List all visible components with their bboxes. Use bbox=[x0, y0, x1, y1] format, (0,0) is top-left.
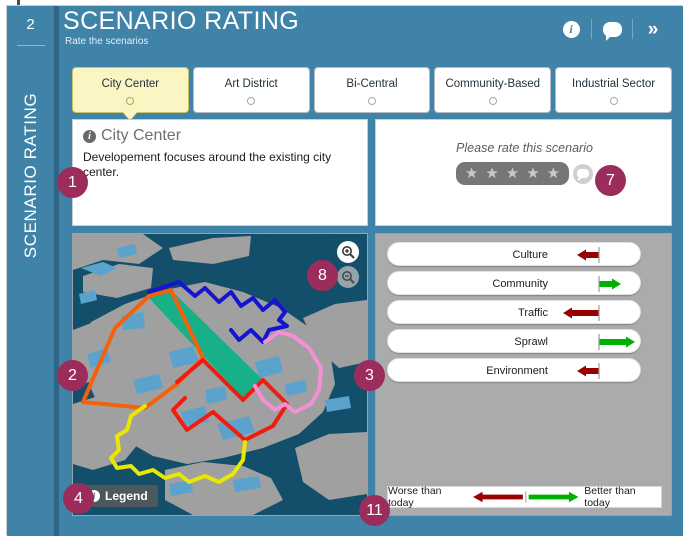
callout-marker-8: 8 bbox=[307, 260, 338, 291]
tab-radio-icon[interactable] bbox=[126, 97, 135, 105]
star-1[interactable]: ★ bbox=[465, 166, 478, 181]
indicator-label: Environment bbox=[486, 365, 548, 377]
rating-prompt: Please rate this scenario bbox=[456, 141, 593, 155]
indicator-label: Community bbox=[492, 278, 548, 290]
star-rating-widget[interactable]: ★ ★ ★ ★ ★ bbox=[455, 162, 570, 185]
indicator-arrow-worse bbox=[558, 243, 642, 267]
info-icon[interactable]: i bbox=[551, 15, 591, 43]
tab-radio-icon[interactable] bbox=[367, 97, 376, 105]
indicator-row[interactable]: Environment bbox=[387, 358, 641, 382]
legend-worse-label: Worse than today bbox=[388, 485, 442, 509]
indicator-row[interactable]: Traffic bbox=[387, 300, 641, 324]
indicator-label: Sprawl bbox=[514, 336, 548, 348]
header-icon-group: i » bbox=[551, 15, 673, 43]
tab-industrial-sector[interactable]: Industrial Sector bbox=[555, 67, 672, 113]
scenario-info-panel: i City Center Developement focuses aroun… bbox=[72, 119, 368, 226]
scenario-description: Developement focuses around the existing… bbox=[83, 150, 332, 179]
legend-scale-icon bbox=[472, 491, 579, 503]
scenario-tabs: City Center Art District Bi-Central Communi… bbox=[72, 67, 672, 120]
rating-panel: Please rate this scenario ★ ★ ★ ★ ★ bbox=[375, 119, 672, 226]
callout-marker-11: 11 bbox=[359, 495, 390, 526]
star-3[interactable]: ★ bbox=[506, 166, 519, 181]
step-number: 2 bbox=[26, 16, 35, 33]
zoom-out-icon[interactable] bbox=[337, 266, 359, 288]
tab-label: City Center bbox=[101, 78, 160, 90]
legend-better-label: Better than today bbox=[584, 485, 636, 509]
star-5[interactable]: ★ bbox=[547, 166, 560, 181]
indicator-legend: Worse than today Better than today bbox=[387, 485, 662, 509]
indicator-arrow-worse bbox=[558, 359, 642, 383]
indicator-arrow-better bbox=[558, 330, 642, 354]
indicator-row[interactable]: Culture bbox=[387, 242, 641, 266]
tab-radio-icon[interactable] bbox=[609, 97, 618, 105]
indicator-row[interactable]: Community bbox=[387, 271, 641, 295]
step-rail: 2 SCENARIO RATING bbox=[7, 6, 54, 536]
info-panel-header: i City Center bbox=[83, 127, 181, 145]
star-2[interactable]: ★ bbox=[485, 166, 498, 181]
indicator-arrow-better bbox=[558, 272, 642, 296]
zoom-in-icon[interactable] bbox=[337, 241, 359, 263]
legend-button-label: Legend bbox=[105, 489, 148, 503]
indicator-label: Culture bbox=[512, 249, 548, 261]
rating-controls: ★ ★ ★ ★ ★ bbox=[376, 162, 673, 185]
indicator-arrow-worse bbox=[558, 301, 642, 325]
chevron-double-right-icon: » bbox=[647, 18, 659, 40]
callout-marker-7: 7 bbox=[595, 165, 626, 196]
application-root: 2 SCENARIO RATING SCENARIO RATING Rate t… bbox=[0, 0, 688, 543]
indicators-panel: Culture Community Traffic Sprawl Environment… bbox=[375, 233, 672, 516]
page-subtitle: Rate the scenarios bbox=[65, 36, 149, 47]
body-area: City Center Art District Bi-Central Communi… bbox=[59, 53, 683, 536]
callout-marker-3: 3 bbox=[354, 360, 385, 391]
tab-label: Community-Based bbox=[445, 78, 541, 90]
scenario-name: City Center bbox=[101, 127, 182, 144]
indicator-row[interactable]: Sprawl bbox=[387, 329, 641, 353]
map-zoom-controls bbox=[337, 241, 359, 288]
comment-icon[interactable] bbox=[592, 15, 632, 43]
tab-label: Industrial Sector bbox=[572, 78, 656, 90]
tab-community-based[interactable]: Community-Based bbox=[434, 67, 552, 113]
indicator-list: Culture Community Traffic Sprawl Environment bbox=[387, 242, 641, 382]
callout-marker-2: 2 bbox=[57, 360, 88, 391]
star-4[interactable]: ★ bbox=[526, 166, 539, 181]
callout-marker-4: 4 bbox=[63, 483, 94, 514]
tab-radio-icon[interactable] bbox=[247, 97, 256, 105]
tab-radio-icon[interactable] bbox=[488, 97, 497, 105]
rating-comment-icon[interactable] bbox=[573, 163, 594, 184]
info-circle-icon: i bbox=[83, 129, 96, 143]
page-title: SCENARIO RATING bbox=[63, 7, 300, 35]
tab-label: Art District bbox=[224, 78, 278, 90]
rail-divider bbox=[17, 45, 45, 46]
callout-marker-1: 1 bbox=[57, 167, 88, 198]
page-header: SCENARIO RATING Rate the scenarios i » bbox=[59, 6, 683, 53]
indicator-label: Traffic bbox=[518, 307, 548, 319]
expand-chevrons-icon[interactable]: » bbox=[633, 15, 673, 43]
tab-label: Bi-Central bbox=[346, 78, 398, 90]
main-window: 2 SCENARIO RATING SCENARIO RATING Rate t… bbox=[6, 5, 683, 536]
tab-art-district[interactable]: Art District bbox=[192, 67, 310, 113]
rail-vertical-title: SCENARIO RATING bbox=[21, 92, 40, 259]
tab-bi-central[interactable]: Bi-Central bbox=[313, 67, 431, 113]
tab-city-center[interactable]: City Center bbox=[72, 67, 189, 120]
